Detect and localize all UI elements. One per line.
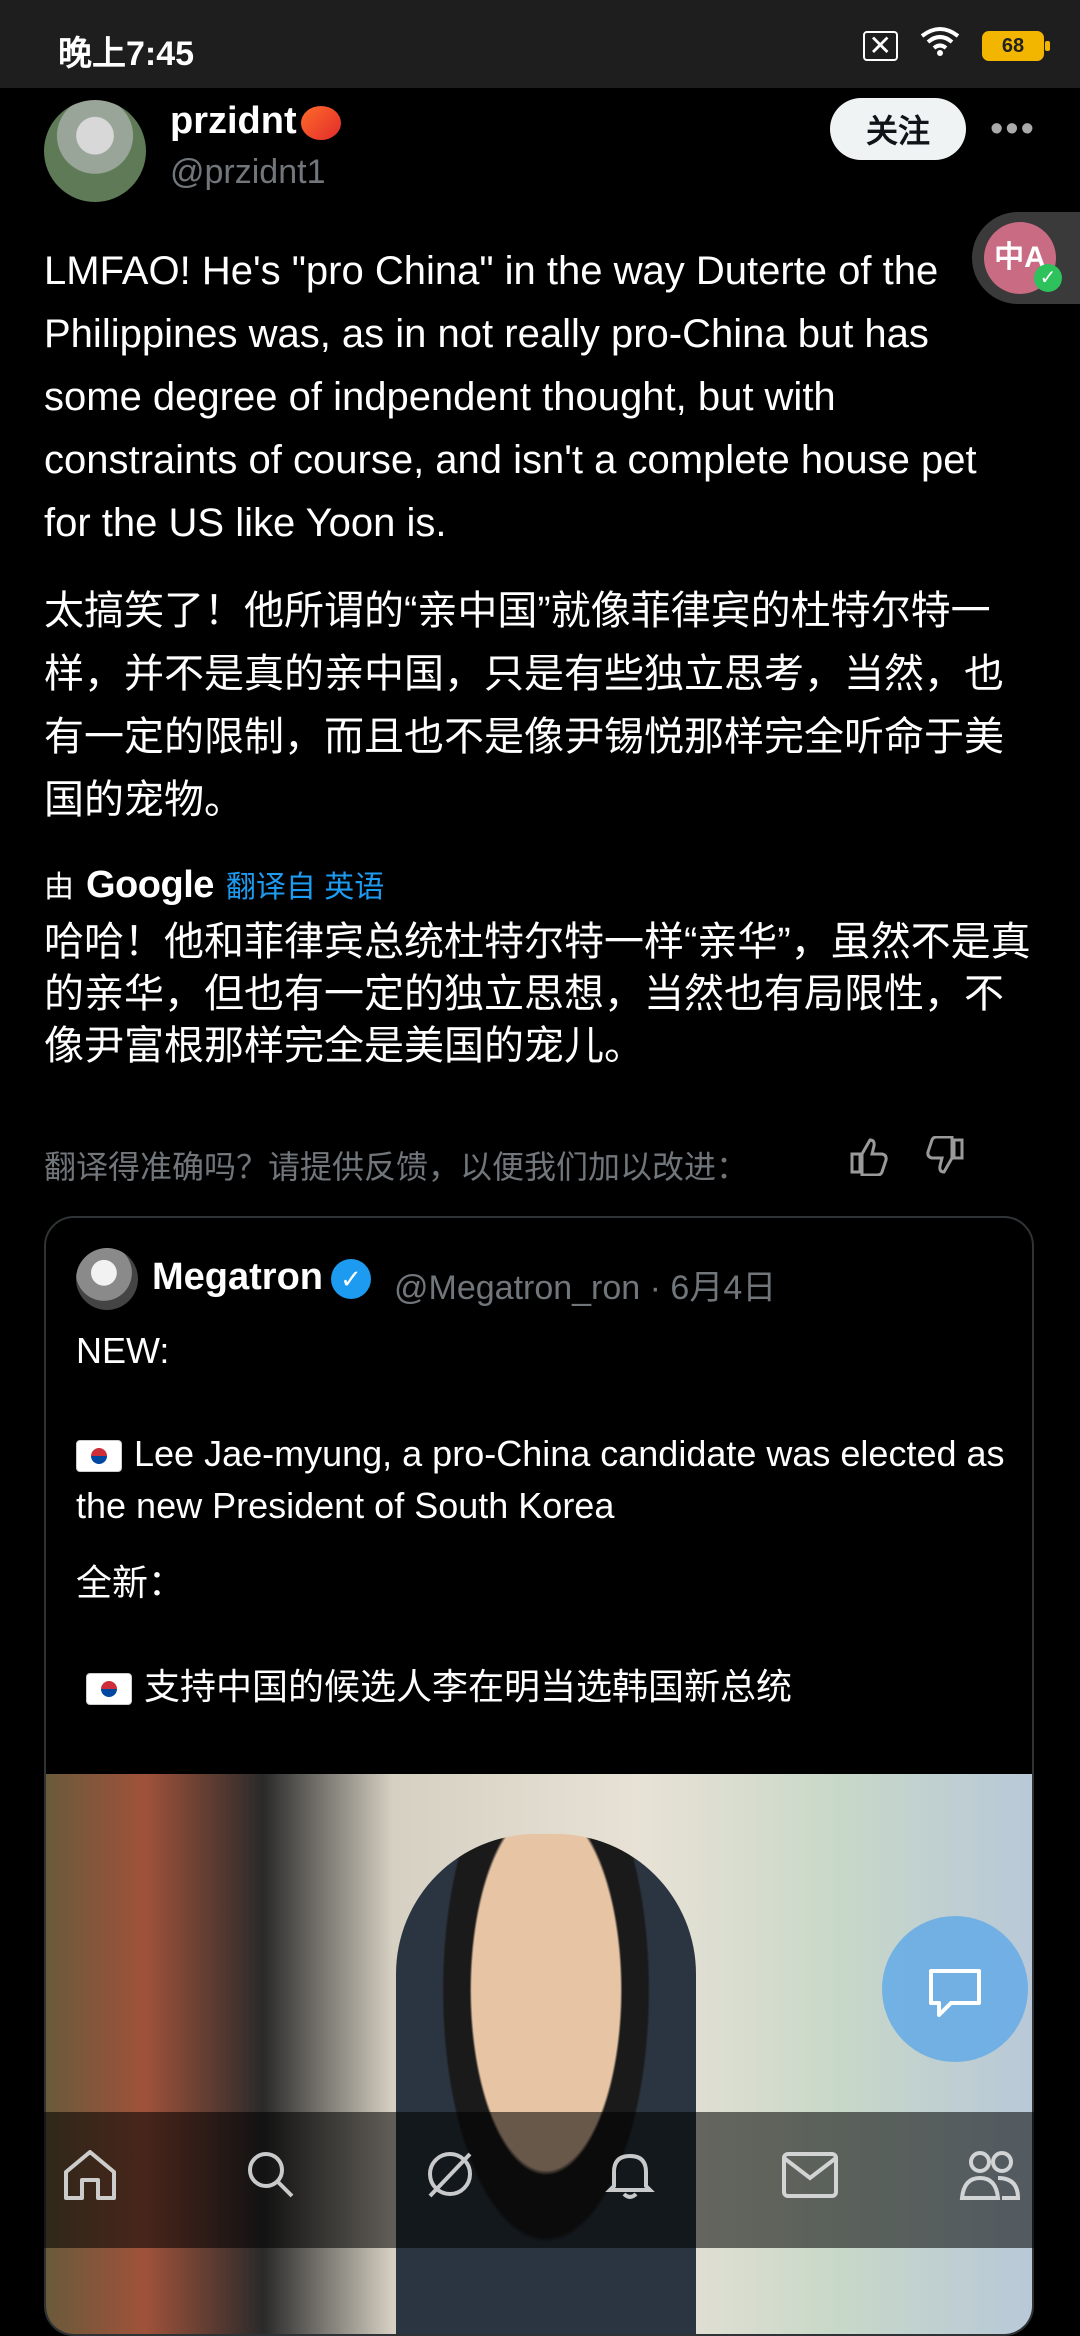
quoted-new-label: NEW: (76, 1330, 170, 1371)
south-korea-flag-icon (76, 1440, 122, 1473)
quoted-author-name[interactable]: Megatron (152, 1256, 323, 1298)
battery-icon: 68 (982, 30, 1050, 61)
quoted-author-avatar[interactable] (76, 1248, 138, 1310)
translation-feedback-prompt: 翻译得准确吗？请提供反馈，以便我们加以改进： (44, 1149, 749, 1185)
quoted-zh-label: 全新： (76, 1562, 185, 1603)
follow-button[interactable]: 关注 (830, 98, 966, 160)
quoted-body-en: Lee Jae-myung, a pro-China candidate was… (76, 1433, 1005, 1526)
mango-emoji-icon (300, 105, 341, 140)
quoted-text-original: Lee Jae-myung, a pro-China candidate was… (76, 1428, 1016, 1532)
google-translation-text: 哈哈！他和菲律宾总统杜特尔特一样“亲华”，虽然不是真的亲华，但也有一定的独立思想… (44, 920, 1031, 1068)
quoted-text-translated: 支持中国的候选人李在明当选韩国新总统 (86, 1658, 792, 1710)
more-options-icon[interactable]: ••• (990, 108, 1036, 151)
search-icon[interactable] (210, 2146, 330, 2215)
south-korea-flag-icon (86, 1673, 132, 1706)
messages-icon[interactable] (750, 2148, 870, 2213)
post-text-original: LMFAO! He's "pro China" in the way Duter… (44, 249, 977, 545)
grok-icon[interactable] (390, 2146, 510, 2215)
translation-attribution: 由 Google 翻译自 英语 (44, 862, 384, 907)
photo-subject (396, 1834, 696, 2334)
status-time: 晚上7:45 (58, 35, 195, 73)
author-name-row[interactable]: przidnt (170, 100, 341, 143)
screen-off-icon: ✕ (862, 30, 898, 61)
status-bar: 晚上7:45 ✕ 68 (0, 0, 1080, 88)
quoted-body-zh: 支持中国的候选人李在明当选韩国新总统 (144, 1666, 793, 1707)
bottom-navigation (0, 2112, 1080, 2248)
author-avatar[interactable] (44, 100, 146, 202)
check-icon: ✓ (1034, 264, 1062, 292)
author-name[interactable]: przidnt (170, 100, 297, 142)
home-icon[interactable] (30, 2146, 150, 2215)
thumbs-down-icon[interactable] (924, 1135, 966, 1186)
notifications-icon[interactable] (570, 2146, 690, 2215)
translated-from-link[interactable]: 翻译自 英语 (226, 862, 384, 906)
status-icons: ✕ 68 (862, 26, 1050, 65)
thumbs-up-icon[interactable] (848, 1136, 890, 1186)
verified-badge-icon: ✓ (331, 1258, 371, 1299)
author-handle[interactable]: @przidnt1 (170, 153, 325, 192)
post-text-translated: 太搞笑了！他所谓的“亲中国”就像菲律宾的杜特尔特一样，并不是真的亲中国，只是有些… (44, 589, 1004, 822)
quoted-author-name-row[interactable]: Megatron ✓ (152, 1256, 371, 1299)
chat-bubble-icon (929, 1969, 981, 2018)
quoted-tweet-image[interactable] (46, 1774, 1032, 2334)
quoted-handle-date: @Megatron_ron · 6月4日 (394, 1269, 777, 1307)
by-label: 由 (44, 871, 74, 904)
compose-button[interactable] (882, 1916, 1028, 2062)
wifi-icon (920, 26, 960, 65)
communities-icon[interactable] (930, 2146, 1050, 2215)
google-logo: Google (86, 864, 214, 906)
